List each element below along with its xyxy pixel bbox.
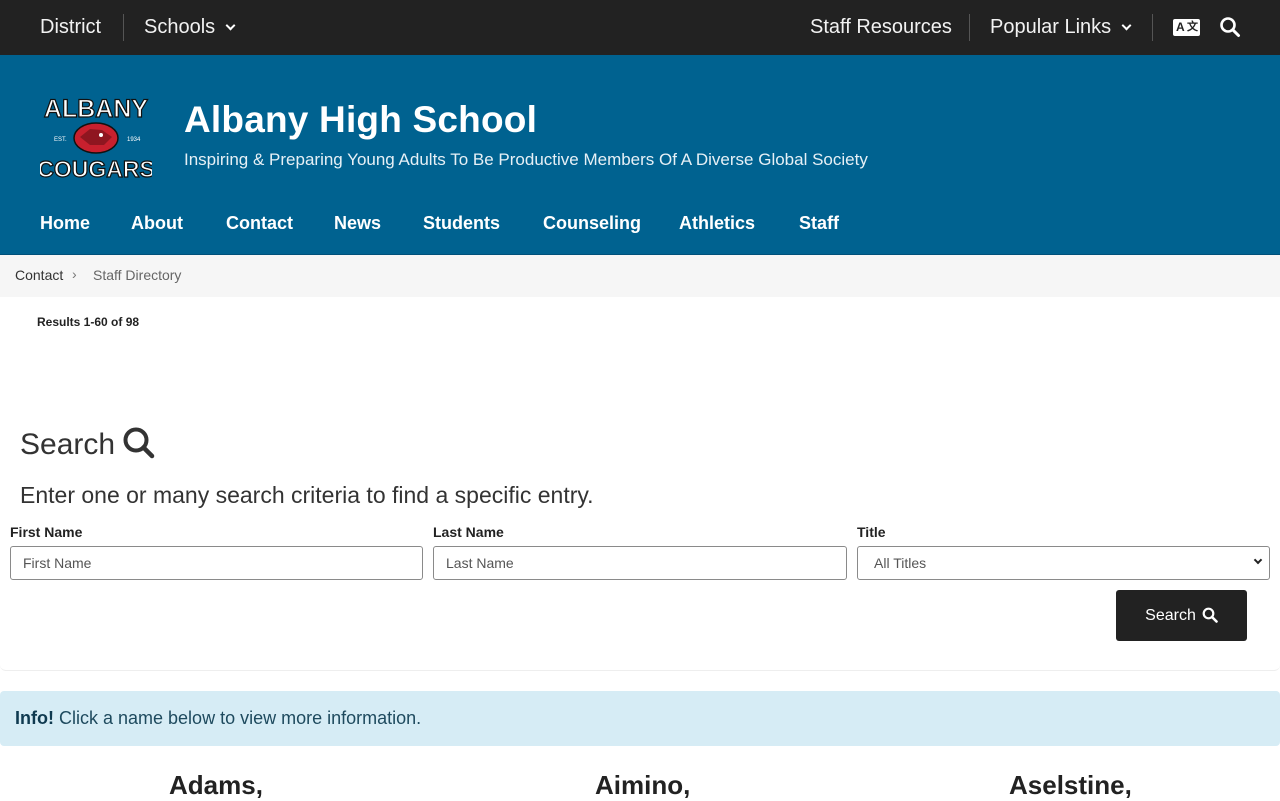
search-icon[interactable] [1219, 16, 1241, 38]
nav-item-students[interactable]: Students [423, 203, 500, 243]
info-alert-text: Click a name below to view more informat… [59, 708, 422, 728]
title-select-value: All Titles [874, 555, 927, 571]
info-alert-strong: Info! [15, 708, 54, 728]
search-icon [1202, 607, 1218, 623]
logo-text-bottom: COUGARS [40, 156, 152, 182]
breadcrumb-current: Staff Directory [93, 267, 182, 283]
staff-name-link[interactable]: Adams, [169, 770, 263, 801]
first-name-input[interactable] [10, 546, 423, 580]
divider [969, 14, 970, 41]
district-link[interactable]: District [40, 0, 101, 55]
breadcrumb-contact[interactable]: Contact [15, 267, 63, 283]
search-button[interactable]: Search [1116, 590, 1247, 641]
site-header: ALBANY EST. 1934 COUGARS Albany High Sch… [0, 55, 1280, 255]
divider [123, 14, 124, 41]
nav-item-news[interactable]: News [334, 203, 381, 243]
chevron-down-icon [1121, 20, 1132, 31]
school-logo[interactable]: ALBANY EST. 1934 COUGARS [40, 93, 152, 183]
nav-item-staff[interactable]: Staff [799, 203, 839, 243]
staff-name-link[interactable]: Aselstine, [1009, 770, 1132, 801]
svg-text:EST.: EST. [54, 137, 67, 143]
staff-resources-link[interactable]: Staff Resources [810, 0, 952, 55]
results-count: Results 1-60 of 98 [37, 315, 140, 329]
title-label: Title [857, 524, 886, 540]
search-panel: Search Enter one or many search criteria… [0, 400, 1280, 671]
title-select[interactable]: All Titles [857, 546, 1270, 580]
nav-item-contact[interactable]: Contact [226, 203, 293, 243]
schools-dropdown[interactable]: Schools [144, 0, 236, 55]
divider [1152, 14, 1153, 41]
main-navigation: Home About Contact News Students Counsel… [0, 203, 1280, 243]
nav-item-counseling[interactable]: Counseling [543, 203, 641, 243]
school-tagline: Inspiring & Preparing Young Adults To Be… [184, 150, 868, 169]
school-name[interactable]: Albany High School [184, 99, 537, 141]
staff-name-link[interactable]: Aimino, [595, 770, 690, 801]
search-instructions: Enter one or many search criteria to fin… [20, 482, 594, 508]
nav-item-home[interactable]: Home [40, 203, 90, 243]
nav-item-about[interactable]: About [131, 203, 183, 243]
svg-text:1934: 1934 [127, 137, 141, 143]
last-name-label: Last Name [433, 524, 504, 540]
info-alert: Info! Click a name below to view more in… [0, 691, 1280, 746]
search-button-label: Search [1145, 607, 1196, 624]
first-name-label: First Name [10, 524, 83, 540]
translate-icon[interactable]: A文 [1173, 19, 1200, 36]
chevron-down-icon [225, 20, 236, 31]
logo-text-top: ALBANY [44, 95, 148, 123]
chevron-right-icon: › [72, 266, 77, 282]
utility-bar: District Schools Staff Resources Popular… [0, 0, 1280, 55]
last-name-input[interactable] [433, 546, 847, 580]
popular-links-label: Popular Links [990, 16, 1112, 38]
popular-links-dropdown[interactable]: Popular Links [990, 0, 1132, 55]
search-icon [123, 427, 155, 459]
search-heading: Search [20, 428, 116, 461]
nav-item-athletics[interactable]: Athletics [679, 203, 755, 243]
breadcrumb: Contact › Staff Directory [0, 255, 1280, 297]
schools-label: Schools [144, 16, 216, 38]
chevron-down-icon [1253, 555, 1263, 565]
